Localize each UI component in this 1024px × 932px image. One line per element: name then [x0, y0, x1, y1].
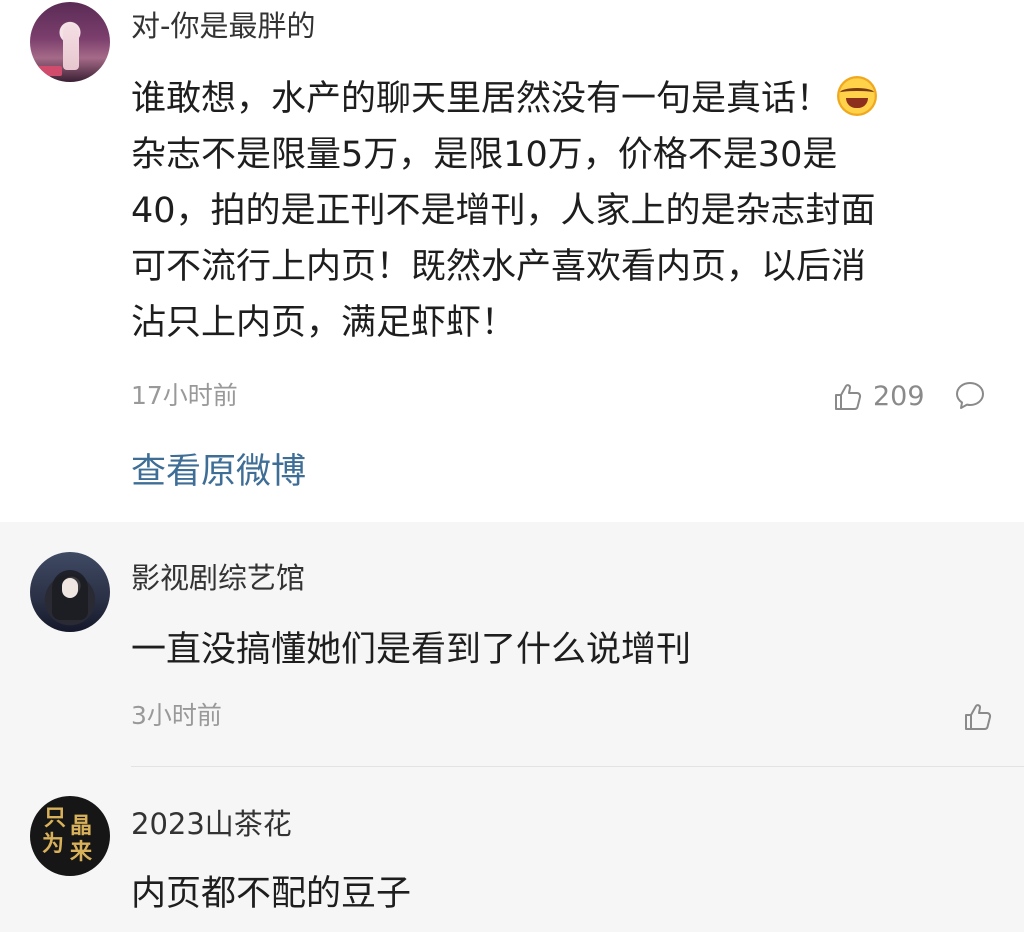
comment-line: 谁敢想，水产的聊天里居然没有一句是真话！ — [131, 71, 878, 127]
reply-text: 内页都不配的豆子 — [131, 874, 412, 914]
comment-page: 对-你是最胖的 谁敢想，水产的聊天里居然没有一句是真话！ 杂志不是限量5万，是限… — [0, 0, 1024, 932]
avatar-badge — [36, 66, 62, 76]
view-original-link[interactable]: 查看原微博 — [131, 450, 306, 494]
laughing-tears-emoji-icon — [837, 76, 878, 116]
avatar[interactable] — [30, 552, 110, 632]
thumbs-up-icon — [835, 384, 862, 410]
comment-bubble-icon[interactable] — [954, 379, 986, 411]
reply-section: 影视剧综艺馆 一直没搞懂她们是看到了什么说增刊 3小时前 只 晶 为 来 202… — [0, 522, 1024, 932]
comment-line: 40，拍的是正刊不是增刊，人家上的是杂志封面 — [131, 191, 876, 231]
avatar-glyph: 来 — [70, 840, 93, 865]
like-count: 209 — [873, 381, 925, 412]
avatar-glyph: 只 — [44, 806, 67, 831]
comment-line: 可不流行上内页！既然水产喜欢看内页，以后消 — [131, 247, 867, 287]
reply-divider — [131, 766, 1024, 767]
thumbs-up-icon — [965, 704, 992, 730]
avatar-figure — [63, 24, 79, 70]
avatar[interactable] — [30, 2, 110, 82]
avatar-glyph: 为 — [42, 832, 65, 857]
comment-text: 谁敢想，水产的聊天里居然没有一句是真话！ 杂志不是限量5万，是限10万，价格不是… — [131, 71, 878, 351]
avatar-glyph: 晶 — [70, 814, 93, 839]
comment-timestamp: 17小时前 — [131, 381, 238, 410]
username[interactable]: 2023山茶花 — [131, 806, 292, 842]
reply-timestamp: 3小时前 — [131, 701, 222, 730]
main-comment: 对-你是最胖的 谁敢想，水产的聊天里居然没有一句是真话！ 杂志不是限量5万，是限… — [0, 0, 1024, 522]
comment-line: 杂志不是限量5万，是限10万，价格不是30是 — [131, 135, 838, 175]
reply-text: 一直没搞懂她们是看到了什么说增刊 — [131, 630, 692, 670]
username[interactable]: 对-你是最胖的 — [131, 8, 315, 44]
avatar[interactable]: 只 晶 为 来 — [30, 796, 110, 876]
comment-line: 沾只上内页，满足虾虾！ — [131, 303, 517, 343]
username[interactable]: 影视剧综艺馆 — [131, 560, 305, 596]
like-button[interactable] — [963, 700, 993, 734]
like-button[interactable]: 209 — [833, 380, 925, 414]
comment-line-text: 谁敢想，水产的聊天里居然没有一句是真话！ — [131, 79, 832, 119]
avatar-face — [62, 578, 78, 598]
